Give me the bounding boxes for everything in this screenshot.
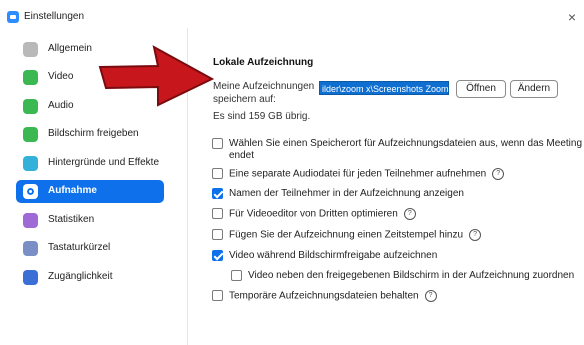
option-checkbox[interactable] xyxy=(231,270,242,281)
option-checkbox[interactable] xyxy=(212,229,223,240)
sidebar-item-statistiken[interactable]: Statistiken xyxy=(16,209,164,232)
red-arrow-icon xyxy=(98,45,215,107)
record-icon xyxy=(23,184,38,199)
sidebar-item-hintergruende[interactable]: Hintergründe und Effekte xyxy=(16,152,164,175)
sidebar-item-label: Video xyxy=(48,71,74,82)
gear-icon xyxy=(23,42,38,57)
section-title: Lokale Aufzeichnung xyxy=(213,57,314,68)
option-label: Temporäre Aufzeichnungsdateien behalten xyxy=(229,290,419,302)
cropped-top-edge xyxy=(0,0,584,8)
sidebar-item-label: Allgemein xyxy=(48,43,92,54)
help-icon[interactable]: ? xyxy=(492,168,505,180)
zoom-logo-icon xyxy=(7,11,19,23)
option-label: Namen der Teilnehmer in der Aufzeichnung… xyxy=(229,188,464,199)
title-bar: Einstellungen × xyxy=(0,8,584,28)
accessibility-icon xyxy=(23,270,38,285)
sidebar-item-label: Tastaturkürzel xyxy=(48,242,111,253)
close-button[interactable]: × xyxy=(568,9,576,25)
option-checkbox[interactable] xyxy=(212,138,223,149)
option-checkbox[interactable] xyxy=(212,188,223,199)
person-background-icon xyxy=(23,156,38,171)
window-title: Einstellungen xyxy=(24,11,85,22)
option-label: Für Videoeditor von Dritten optimieren xyxy=(229,208,398,220)
help-icon[interactable]: ? xyxy=(424,290,437,302)
screen-share-icon xyxy=(23,127,38,142)
video-camera-icon xyxy=(23,70,38,85)
sidebar-item-label: Statistiken xyxy=(48,214,95,225)
free-space-text: Es sind 159 GB übrig. xyxy=(213,111,311,122)
option-label: Wählen Sie einen Speicherort für Aufzeic… xyxy=(229,138,583,149)
option-label: Video während Bildschirmfreigabe aufzeic… xyxy=(229,250,438,261)
sidebar-item-tastaturkuerzel[interactable]: Tastaturkürzel xyxy=(16,237,164,260)
open-button[interactable]: Öffnen xyxy=(456,80,506,98)
help-icon[interactable]: ? xyxy=(469,229,482,241)
option-text-wrap: Temporäre Aufzeichnungsdateien behalten? xyxy=(229,290,437,302)
option-checkbox[interactable] xyxy=(212,290,223,301)
sidebar-item-label: Audio xyxy=(48,100,74,111)
option-label: Video neben den freigegebenen Bildschirm… xyxy=(248,270,575,281)
option-label-line2: endet xyxy=(229,150,255,161)
change-button[interactable]: Ändern xyxy=(510,80,558,98)
sidebar-item-label: Bildschirm freigeben xyxy=(48,128,139,139)
folder-label-line1: Meine Aufzeichnungen xyxy=(213,81,315,92)
bar-chart-icon xyxy=(23,213,38,228)
sidebar-item-label: Zugänglichkeit xyxy=(48,271,113,282)
sidebar-item-label: Aufnahme xyxy=(48,185,97,196)
sidebar-item-label: Hintergründe und Effekte xyxy=(48,157,160,168)
sidebar-item-aufnahme[interactable]: Aufnahme xyxy=(16,180,164,203)
option-checkbox[interactable] xyxy=(212,208,223,219)
sidebar-item-bildschirm-freigeben[interactable]: Bildschirm freigeben xyxy=(16,123,164,146)
recording-folder-path[interactable]: ilder\zoom x\Screenshots Zoom xyxy=(319,81,449,95)
folder-label-line2: speichern auf: xyxy=(213,94,276,105)
option-checkbox[interactable] xyxy=(212,168,223,179)
option-checkbox[interactable] xyxy=(212,250,223,261)
option-text-wrap: Fügen Sie der Aufzeichnung einen Zeitste… xyxy=(229,229,482,241)
option-text-wrap: Eine separate Audiodatei für jeden Teiln… xyxy=(229,168,505,180)
sidebar-item-zugaenglichkeit[interactable]: Zugänglichkeit xyxy=(16,266,164,289)
headphones-icon xyxy=(23,99,38,114)
option-text-wrap: Für Videoeditor von Dritten optimieren? xyxy=(229,208,416,220)
option-label: Fügen Sie der Aufzeichnung einen Zeitste… xyxy=(229,229,464,241)
help-icon[interactable]: ? xyxy=(403,208,416,220)
keyboard-icon xyxy=(23,241,38,256)
option-label: Eine separate Audiodatei für jeden Teiln… xyxy=(229,168,487,180)
